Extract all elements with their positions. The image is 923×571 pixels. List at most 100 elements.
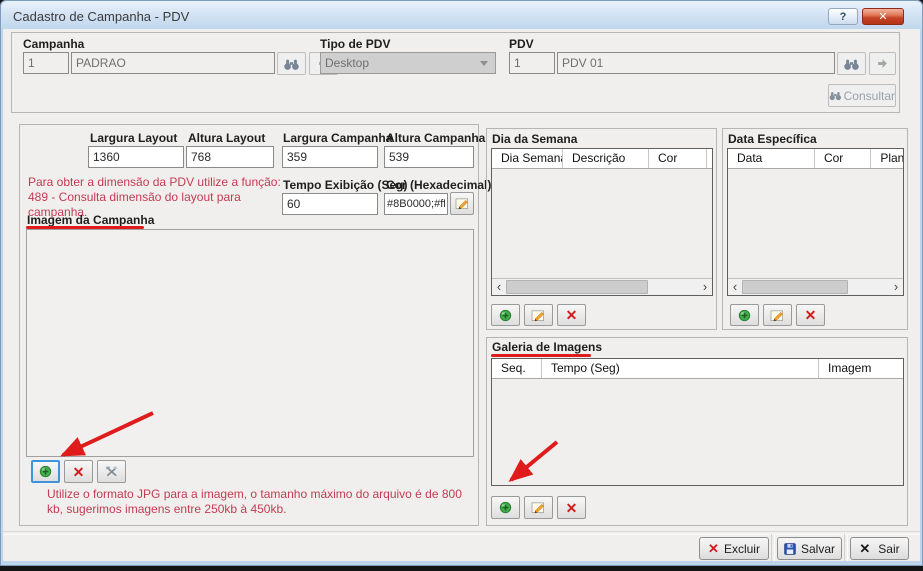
footer-divider xyxy=(3,531,920,535)
imagem-toolbar: ✕ xyxy=(31,460,126,483)
column-header[interactable]: Seq. xyxy=(492,359,542,378)
chevron-down-icon xyxy=(480,61,488,66)
campanha-name-field[interactable] xyxy=(71,52,275,74)
pdv-name-field[interactable] xyxy=(557,52,835,74)
largura-campanha-field[interactable] xyxy=(282,146,378,168)
column-header[interactable]: Cor xyxy=(815,149,871,168)
dia-semana-grid[interactable]: Dia Semana Descrição Cor ‹ › xyxy=(491,148,713,296)
dia-semana-grid-header: Dia Semana Descrição Cor xyxy=(492,149,712,169)
delete-icon: ✕ xyxy=(73,465,85,479)
altura-layout-field[interactable] xyxy=(186,146,274,168)
imagem-add-button[interactable] xyxy=(31,460,60,483)
window-title: Cadastro de Campanha - PDV xyxy=(13,9,189,24)
help-button[interactable]: ? xyxy=(828,8,858,25)
column-header[interactable]: Dia Semana xyxy=(492,149,563,168)
scroll-left-icon[interactable]: ‹ xyxy=(492,280,506,294)
delete-icon: ✕ xyxy=(566,501,578,515)
galeria-grid-header: Seq. Tempo (Seg) Imagem xyxy=(492,359,903,379)
campanha-code-field[interactable] xyxy=(23,52,69,74)
galeria-add-button[interactable] xyxy=(491,496,520,519)
imagem-tools-button[interactable] xyxy=(97,460,126,483)
cor-hexadecimal-label: Cor (Hexadecimal) xyxy=(386,178,491,192)
dia-semana-hscrollbar[interactable]: ‹ › xyxy=(492,278,712,295)
tipo-pdv-select[interactable]: Desktop xyxy=(320,52,496,74)
campanha-search-button[interactable] xyxy=(277,52,306,75)
red-underline xyxy=(491,354,591,357)
column-header[interactable]: Tempo (Seg) xyxy=(542,359,819,378)
column-header[interactable]: Plan xyxy=(871,149,903,168)
data-especifica-toolbar: ✕ xyxy=(730,304,825,326)
title-bar[interactable]: Cadastro de Campanha - PDV ? ✕ xyxy=(1,1,922,30)
tipo-pdv-label: Tipo de PDV xyxy=(320,37,390,51)
binoculars-icon xyxy=(843,57,860,71)
binoculars-icon xyxy=(829,89,842,102)
dia-semana-groupbox: Dia da Semana Dia Semana Descrição Cor ‹… xyxy=(486,128,717,330)
cor-hexadecimal-field[interactable] xyxy=(384,193,448,215)
window-content: Campanha Tipo de PDV Desktop xyxy=(3,29,920,561)
pdv-search-button[interactable] xyxy=(837,52,866,75)
excluir-button[interactable]: ✕ Excluir xyxy=(699,537,769,560)
dia-semana-title: Dia da Semana xyxy=(492,132,577,146)
largura-campanha-label: Largura Campanha xyxy=(283,131,392,145)
delete-icon: ✕ xyxy=(805,308,817,322)
galeria-grid[interactable]: Seq. Tempo (Seg) Imagem xyxy=(491,358,904,486)
column-header[interactable]: Data xyxy=(728,149,815,168)
data-especifica-delete-button[interactable]: ✕ xyxy=(796,304,825,326)
cor-edit-button[interactable] xyxy=(450,192,474,215)
scroll-right-icon[interactable]: › xyxy=(698,280,712,294)
salvar-label: Salvar xyxy=(801,542,835,556)
salvar-button[interactable]: Salvar xyxy=(777,537,842,560)
data-especifica-hscrollbar[interactable]: ‹ › xyxy=(728,278,903,295)
tools-icon xyxy=(104,465,119,478)
edit-icon xyxy=(531,501,546,514)
data-especifica-groupbox: Data Específica Data Cor Plan ‹ › xyxy=(722,128,908,330)
dia-semana-delete-button[interactable]: ✕ xyxy=(557,304,586,326)
campanha-groupbox: Largura Layout Altura Layout Largura Cam… xyxy=(19,124,479,526)
data-especifica-grid-header: Data Cor Plan xyxy=(728,149,903,169)
sair-label: Sair xyxy=(878,542,899,556)
data-especifica-grid[interactable]: Data Cor Plan ‹ › xyxy=(727,148,904,296)
dia-semana-add-button[interactable] xyxy=(491,304,520,326)
add-icon xyxy=(738,309,751,322)
imagem-delete-button[interactable]: ✕ xyxy=(64,460,93,483)
scroll-right-icon[interactable]: › xyxy=(889,280,903,294)
pdv-code-field[interactable] xyxy=(509,52,555,74)
help-icon: ? xyxy=(840,11,847,23)
galeria-toolbar: ✕ xyxy=(491,496,586,519)
column-header[interactable]: Cor xyxy=(649,149,707,168)
data-especifica-edit-button[interactable] xyxy=(763,304,792,326)
excluir-x-icon: ✕ xyxy=(708,542,719,555)
scroll-thumb[interactable] xyxy=(742,280,848,294)
excluir-label: Excluir xyxy=(724,542,760,556)
altura-campanha-field[interactable] xyxy=(384,146,474,168)
data-especifica-add-button[interactable] xyxy=(730,304,759,326)
scroll-left-icon[interactable]: ‹ xyxy=(728,280,742,294)
column-header[interactable]: Imagem xyxy=(819,359,903,378)
close-button[interactable]: ✕ xyxy=(862,8,904,25)
tempo-exibicao-field[interactable] xyxy=(282,193,378,215)
largura-layout-field[interactable] xyxy=(88,146,184,168)
imagem-campanha-title: Imagem da Campanha xyxy=(27,213,154,227)
column-header[interactable]: Descrição xyxy=(563,149,649,168)
pdv-label: PDV xyxy=(509,37,534,51)
altura-layout-label: Altura Layout xyxy=(188,131,265,145)
pdv-open-button[interactable] xyxy=(869,52,896,75)
galeria-edit-button[interactable] xyxy=(524,496,553,519)
altura-campanha-label: Altura Campanha xyxy=(386,131,485,145)
galeria-title: Galeria de Imagens xyxy=(492,340,602,354)
sair-x-icon: ✕ xyxy=(859,542,870,555)
imagem-preview-area[interactable] xyxy=(26,229,474,457)
edit-icon xyxy=(770,309,785,322)
consultar-button[interactable]: Consultar xyxy=(828,84,896,107)
dia-semana-edit-button[interactable] xyxy=(524,304,553,326)
binoculars-icon xyxy=(283,57,300,71)
add-icon xyxy=(499,501,512,514)
save-disk-icon xyxy=(784,542,796,556)
sair-button[interactable]: ✕ Sair xyxy=(850,537,909,560)
go-arrow-icon xyxy=(877,58,888,69)
app-window: Cadastro de Campanha - PDV ? ✕ Campanha xyxy=(0,0,923,566)
add-icon xyxy=(499,309,512,322)
delete-icon: ✕ xyxy=(566,308,578,322)
galeria-delete-button[interactable]: ✕ xyxy=(557,496,586,519)
scroll-thumb[interactable] xyxy=(506,280,648,294)
